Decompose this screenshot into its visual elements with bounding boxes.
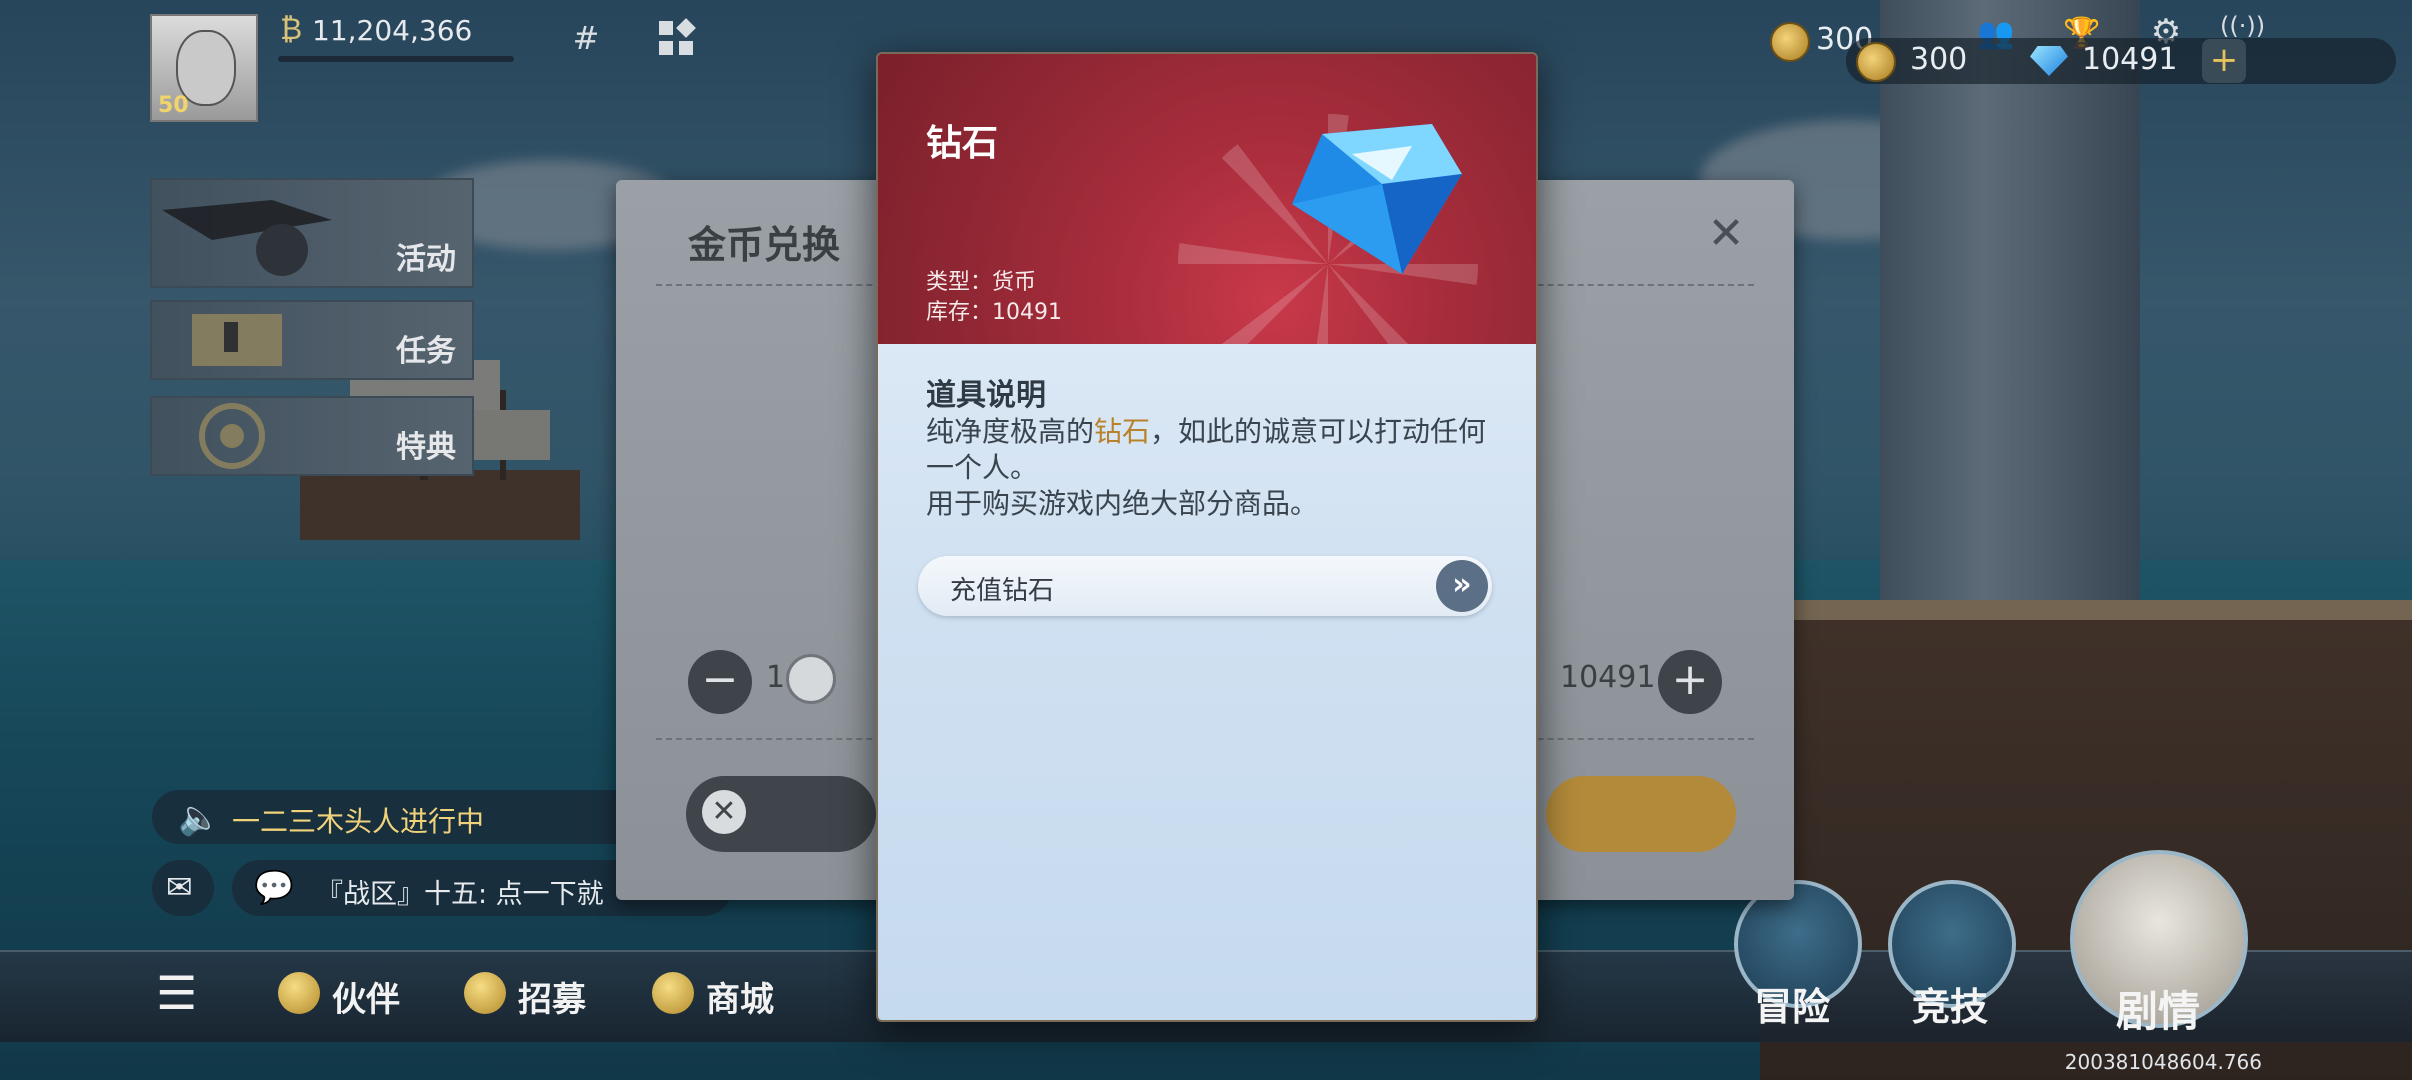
quantity-max: 10491 — [1560, 660, 1656, 695]
gold-amount: 300 — [1910, 42, 1968, 77]
hashtag-icon[interactable]: # — [566, 18, 606, 58]
side-menu-label: 任务 — [396, 334, 456, 369]
close-icon[interactable]: ✕ — [1702, 210, 1750, 258]
berry-amount: 11,204,366 — [312, 14, 473, 47]
double-chevron-right-icon: » — [1436, 560, 1488, 612]
tasks-scroll-icon — [192, 314, 282, 366]
quantity-minus-button[interactable]: − — [688, 650, 752, 714]
side-menu-perks[interactable]: 特典 — [150, 396, 474, 476]
player-avatar[interactable]: 50 — [150, 14, 258, 122]
chat-bubble-icon: 💬 — [254, 868, 294, 906]
nav-label: 商城 — [706, 980, 774, 1020]
perks-wheel-icon — [199, 403, 265, 469]
menu-list-icon: ☰ — [156, 966, 198, 1020]
player-level: 50 — [158, 93, 189, 118]
add-diamond-button[interactable]: + — [2202, 39, 2246, 83]
arena-label: 竞技 — [1912, 985, 1989, 1029]
speaker-icon: 🔈 — [178, 798, 221, 838]
item-name: 钻石 — [926, 123, 999, 164]
partners-icon — [278, 972, 320, 1014]
recharge-diamond-button[interactable]: 充值钻石 » — [918, 556, 1492, 616]
item-stock: 库存：10491 — [926, 300, 1062, 325]
mail-icon: ✉ — [166, 868, 193, 906]
side-menu-tasks[interactable]: 任务 — [150, 300, 474, 380]
chat-text: 『战区』十五: 点一下就 — [316, 879, 604, 910]
nav-partners[interactable]: 伙伴 — [278, 964, 428, 1024]
recruit-icon — [464, 972, 506, 1014]
adventure-label: 冒险 — [1754, 985, 1831, 1029]
grid-icon[interactable] — [656, 18, 696, 58]
version-text: 200381048604.766 — [2064, 1050, 2262, 1074]
cancel-x-icon: ✕ — [702, 790, 746, 834]
story-label: 剧情 — [2116, 987, 2201, 1036]
recharge-label: 充值钻石 — [950, 576, 1055, 606]
gold-coin-icon — [1856, 42, 1896, 82]
description-highlight: 钻石 — [1094, 415, 1151, 448]
side-menu-events[interactable]: 活动 — [150, 178, 474, 288]
side-menu-label: 活动 — [396, 242, 456, 277]
gold-coin-icon — [1770, 22, 1810, 62]
notice-text: 一二三木头人进行中 — [232, 805, 485, 838]
diamond-amount: 10491 — [2082, 42, 2178, 77]
quantity-plus-button[interactable]: + — [1658, 650, 1722, 714]
popup-body: 道具说明 纯净度极高的钻石，如此的诚意可以打动任何一个人。 用于购买游戏内绝大部… — [878, 344, 1536, 1020]
berry-bar — [278, 56, 514, 62]
nav-label: 招募 — [518, 980, 586, 1020]
resource-bar: 300 10491 + — [1846, 38, 2396, 84]
cancel-button[interactable]: ✕ — [686, 776, 876, 852]
diamond-icon — [2030, 46, 2068, 76]
description-text: 纯净度极高的钻石，如此的诚意可以打动任何一个人。 用于购买游戏内绝大部分商品。 — [926, 414, 1506, 522]
quantity-min: 1 — [766, 660, 786, 695]
exchange-title: 金币兑换 — [688, 223, 841, 267]
mail-button[interactable]: ✉ — [152, 860, 214, 916]
description-line: 用于购买游戏内绝大部分商品。 — [926, 487, 1319, 520]
description-part: 纯净度极高的 — [926, 415, 1095, 448]
nav-recruit[interactable]: 招募 — [464, 964, 614, 1024]
confirm-button[interactable] — [1546, 776, 1736, 852]
item-detail-popup: 钻石 类型：货币 库存：10491 道具说明 纯净度极高的钻石，如此的诚意可以打… — [876, 52, 1538, 1022]
events-art-icon — [162, 200, 332, 276]
berry-icon: ₿ — [280, 12, 303, 47]
side-menu-label: 特典 — [396, 430, 456, 465]
menu-list-button[interactable]: ☰ — [156, 964, 216, 1024]
shop-bag-icon — [652, 972, 694, 1014]
nav-label: 伙伴 — [332, 980, 400, 1020]
quantity-slider[interactable] — [786, 654, 836, 704]
item-type: 类型：货币 — [926, 270, 1037, 295]
description-title: 道具说明 — [926, 378, 1046, 413]
nav-shop[interactable]: 商城 — [652, 964, 802, 1024]
popup-header: 钻石 类型：货币 库存：10491 — [878, 54, 1536, 414]
diamond-icon — [1292, 124, 1462, 274]
